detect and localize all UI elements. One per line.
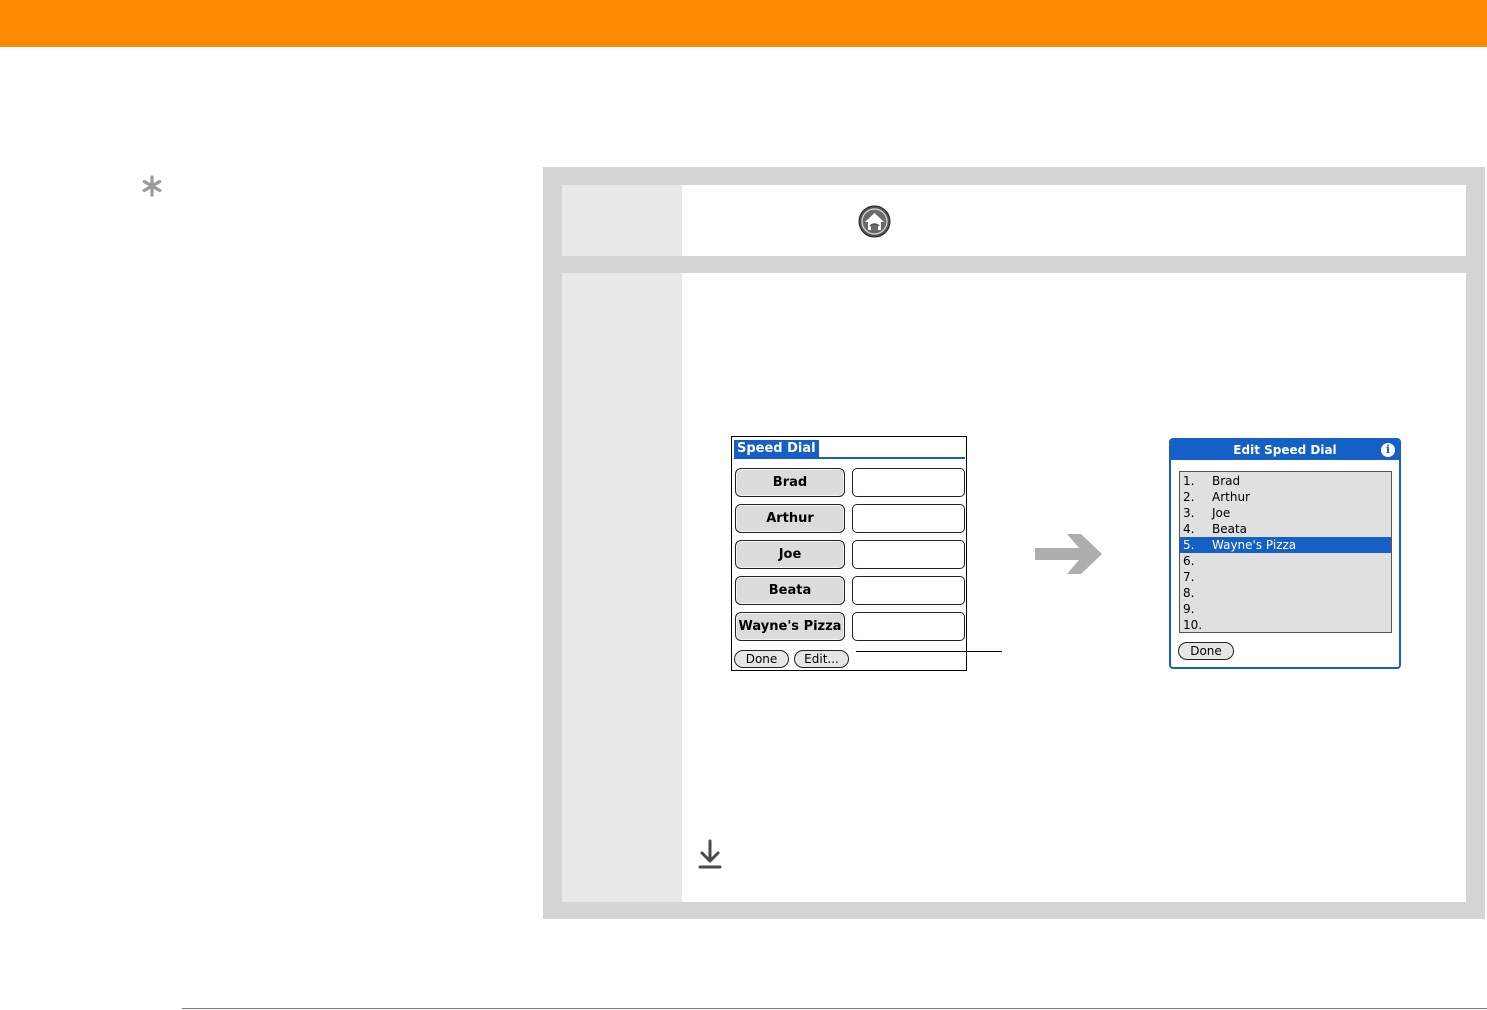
speed-dial-screen: Speed Dial Brad Arthur Joe Beata Wayne's… (731, 436, 967, 671)
callout-line (856, 651, 1002, 652)
speed-dial-list[interactable]: 1. Brad 2. Arthur 3. Joe 4. Beata 5. Wayne's … (1179, 471, 1392, 633)
right-arrow-icon (1035, 534, 1102, 574)
list-item[interactable]: 10. (1180, 617, 1391, 633)
list-item-selected[interactable]: 5. Wayne's Pizza (1180, 537, 1391, 553)
footer-rule (182, 1008, 1487, 1009)
continue-down-arrow-icon (698, 839, 722, 869)
list-item[interactable]: 6. (1180, 553, 1391, 569)
step-1-content (682, 185, 1466, 256)
list-item[interactable]: 4. Beata (1180, 521, 1391, 537)
edit-speed-dial-dialog: Edit Speed Dial i 1. Brad 2. Arthur 3. Joe … (1169, 438, 1401, 669)
list-item[interactable]: 8. (1180, 585, 1391, 601)
list-item[interactable]: 1. Brad (1180, 473, 1391, 489)
speed-dial-field-4[interactable] (852, 576, 965, 605)
home-icon (858, 205, 891, 238)
list-item[interactable]: 3. Joe (1180, 505, 1391, 521)
speed-dial-field-1[interactable] (852, 468, 965, 497)
speed-dial-button-waynes-pizza[interactable]: Wayne's Pizza (735, 612, 845, 641)
title-underline (734, 457, 965, 459)
speed-dial-button-joe[interactable]: Joe (735, 540, 845, 569)
step-1 (562, 185, 1466, 256)
speed-dial-button-brad[interactable]: Brad (735, 468, 845, 497)
speed-dial-title: Speed Dial (734, 440, 819, 458)
header-bar (0, 0, 1487, 47)
edit-button[interactable]: Edit... (794, 650, 849, 668)
tip-star-icon (142, 175, 162, 197)
list-item[interactable]: 7. (1180, 569, 1391, 585)
speed-dial-button-beata[interactable]: Beata (735, 576, 845, 605)
dialog-done-button[interactable]: Done (1178, 642, 1234, 660)
done-button[interactable]: Done (734, 650, 789, 668)
edit-speed-dial-title: Edit Speed Dial (1171, 440, 1399, 460)
speed-dial-field-5[interactable] (852, 612, 965, 641)
speed-dial-field-2[interactable] (852, 504, 965, 533)
speed-dial-field-3[interactable] (852, 540, 965, 569)
speed-dial-button-arthur[interactable]: Arthur (735, 504, 845, 533)
list-item[interactable]: 9. (1180, 601, 1391, 617)
info-icon[interactable]: i (1381, 443, 1395, 457)
list-item[interactable]: 2. Arthur (1180, 489, 1391, 505)
